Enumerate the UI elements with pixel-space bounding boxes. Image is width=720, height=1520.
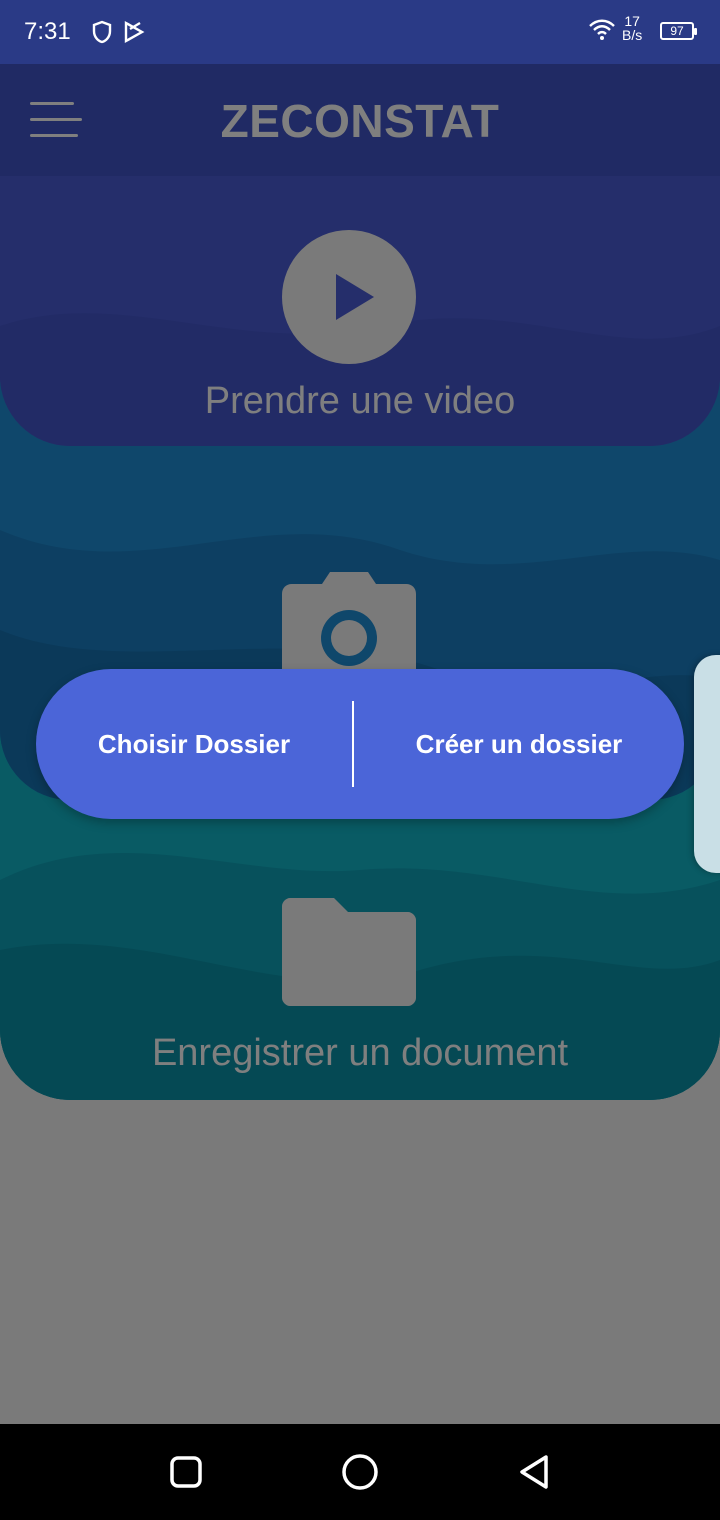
recents-icon[interactable] bbox=[166, 1452, 206, 1492]
status-bar: 7:31 17 B/s 97 bbox=[0, 0, 720, 64]
wifi-icon bbox=[589, 19, 615, 40]
play-store-icon bbox=[124, 20, 145, 44]
choose-folder-button[interactable]: Choisir Dossier bbox=[36, 669, 352, 819]
battery-level: 97 bbox=[670, 24, 684, 38]
network-speed: 17 B/s bbox=[622, 14, 642, 42]
folder-choice-dialog: Choisir Dossier Créer un dossier bbox=[36, 669, 684, 819]
status-time: 7:31 bbox=[24, 18, 71, 45]
battery-icon: 97 bbox=[660, 22, 697, 40]
network-speed-unit: B/s bbox=[622, 27, 643, 43]
side-panel-handle[interactable] bbox=[694, 655, 720, 873]
network-speed-value: 17 bbox=[624, 13, 640, 29]
home-icon[interactable] bbox=[340, 1452, 380, 1492]
system-nav-bar bbox=[0, 1424, 720, 1520]
shield-icon bbox=[92, 20, 112, 44]
create-folder-button[interactable]: Créer un dossier bbox=[354, 669, 684, 819]
back-icon[interactable] bbox=[514, 1452, 554, 1492]
